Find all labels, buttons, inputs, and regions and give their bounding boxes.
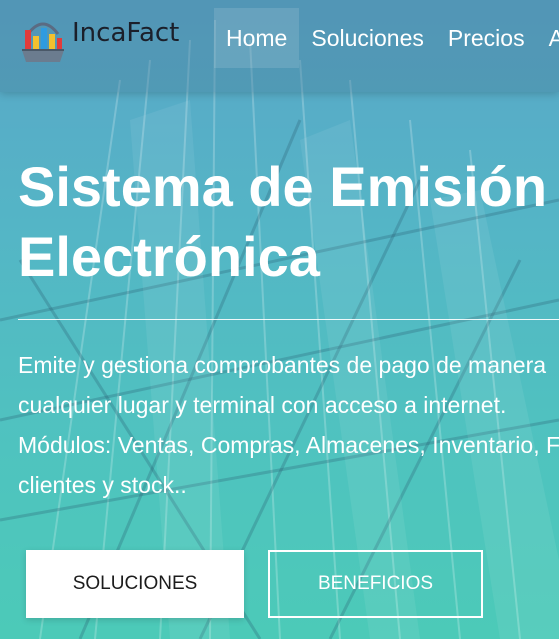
nav-item-soluciones[interactable]: Soluciones bbox=[299, 8, 436, 68]
hero-desc-line-2: cualquier lugar y terminal con acceso a … bbox=[18, 392, 507, 418]
hero-desc-line-1: Emite y gestiona comprobantes de pago de… bbox=[18, 352, 547, 378]
nav-menu: Home Soluciones Precios A bbox=[214, 8, 559, 68]
hero-section: Sistema de Emisión Electrónica bbox=[18, 152, 559, 292]
hero-divider bbox=[18, 319, 559, 320]
nav-item-precios[interactable]: Precios bbox=[436, 8, 537, 68]
hero-title: Sistema de Emisión Electrónica bbox=[18, 152, 559, 292]
hero-desc-line-4: clientes y stock.. bbox=[18, 472, 187, 498]
hero-description: Emite y gestiona comprobantes de pago de… bbox=[18, 345, 559, 505]
brand-name: IncaFact bbox=[72, 18, 180, 48]
nav-item-home[interactable]: Home bbox=[214, 8, 300, 68]
basket-logo-icon bbox=[22, 22, 64, 62]
hero-title-line-1: Sistema de Emisión bbox=[18, 155, 548, 218]
hero-desc-line-3: Módulos: Ventas, Compras, Almacenes, Inv… bbox=[18, 432, 559, 458]
top-navbar: IncaFact Home Soluciones Precios A bbox=[0, 0, 559, 92]
hero-title-line-2: Electrónica bbox=[18, 225, 320, 288]
brand-logo-link[interactable]: IncaFact bbox=[16, 12, 179, 66]
nav-item-truncated[interactable]: A bbox=[537, 8, 559, 68]
beneficios-button[interactable]: BENEFICIOS bbox=[268, 550, 483, 618]
soluciones-button[interactable]: SOLUCIONES bbox=[26, 550, 244, 618]
